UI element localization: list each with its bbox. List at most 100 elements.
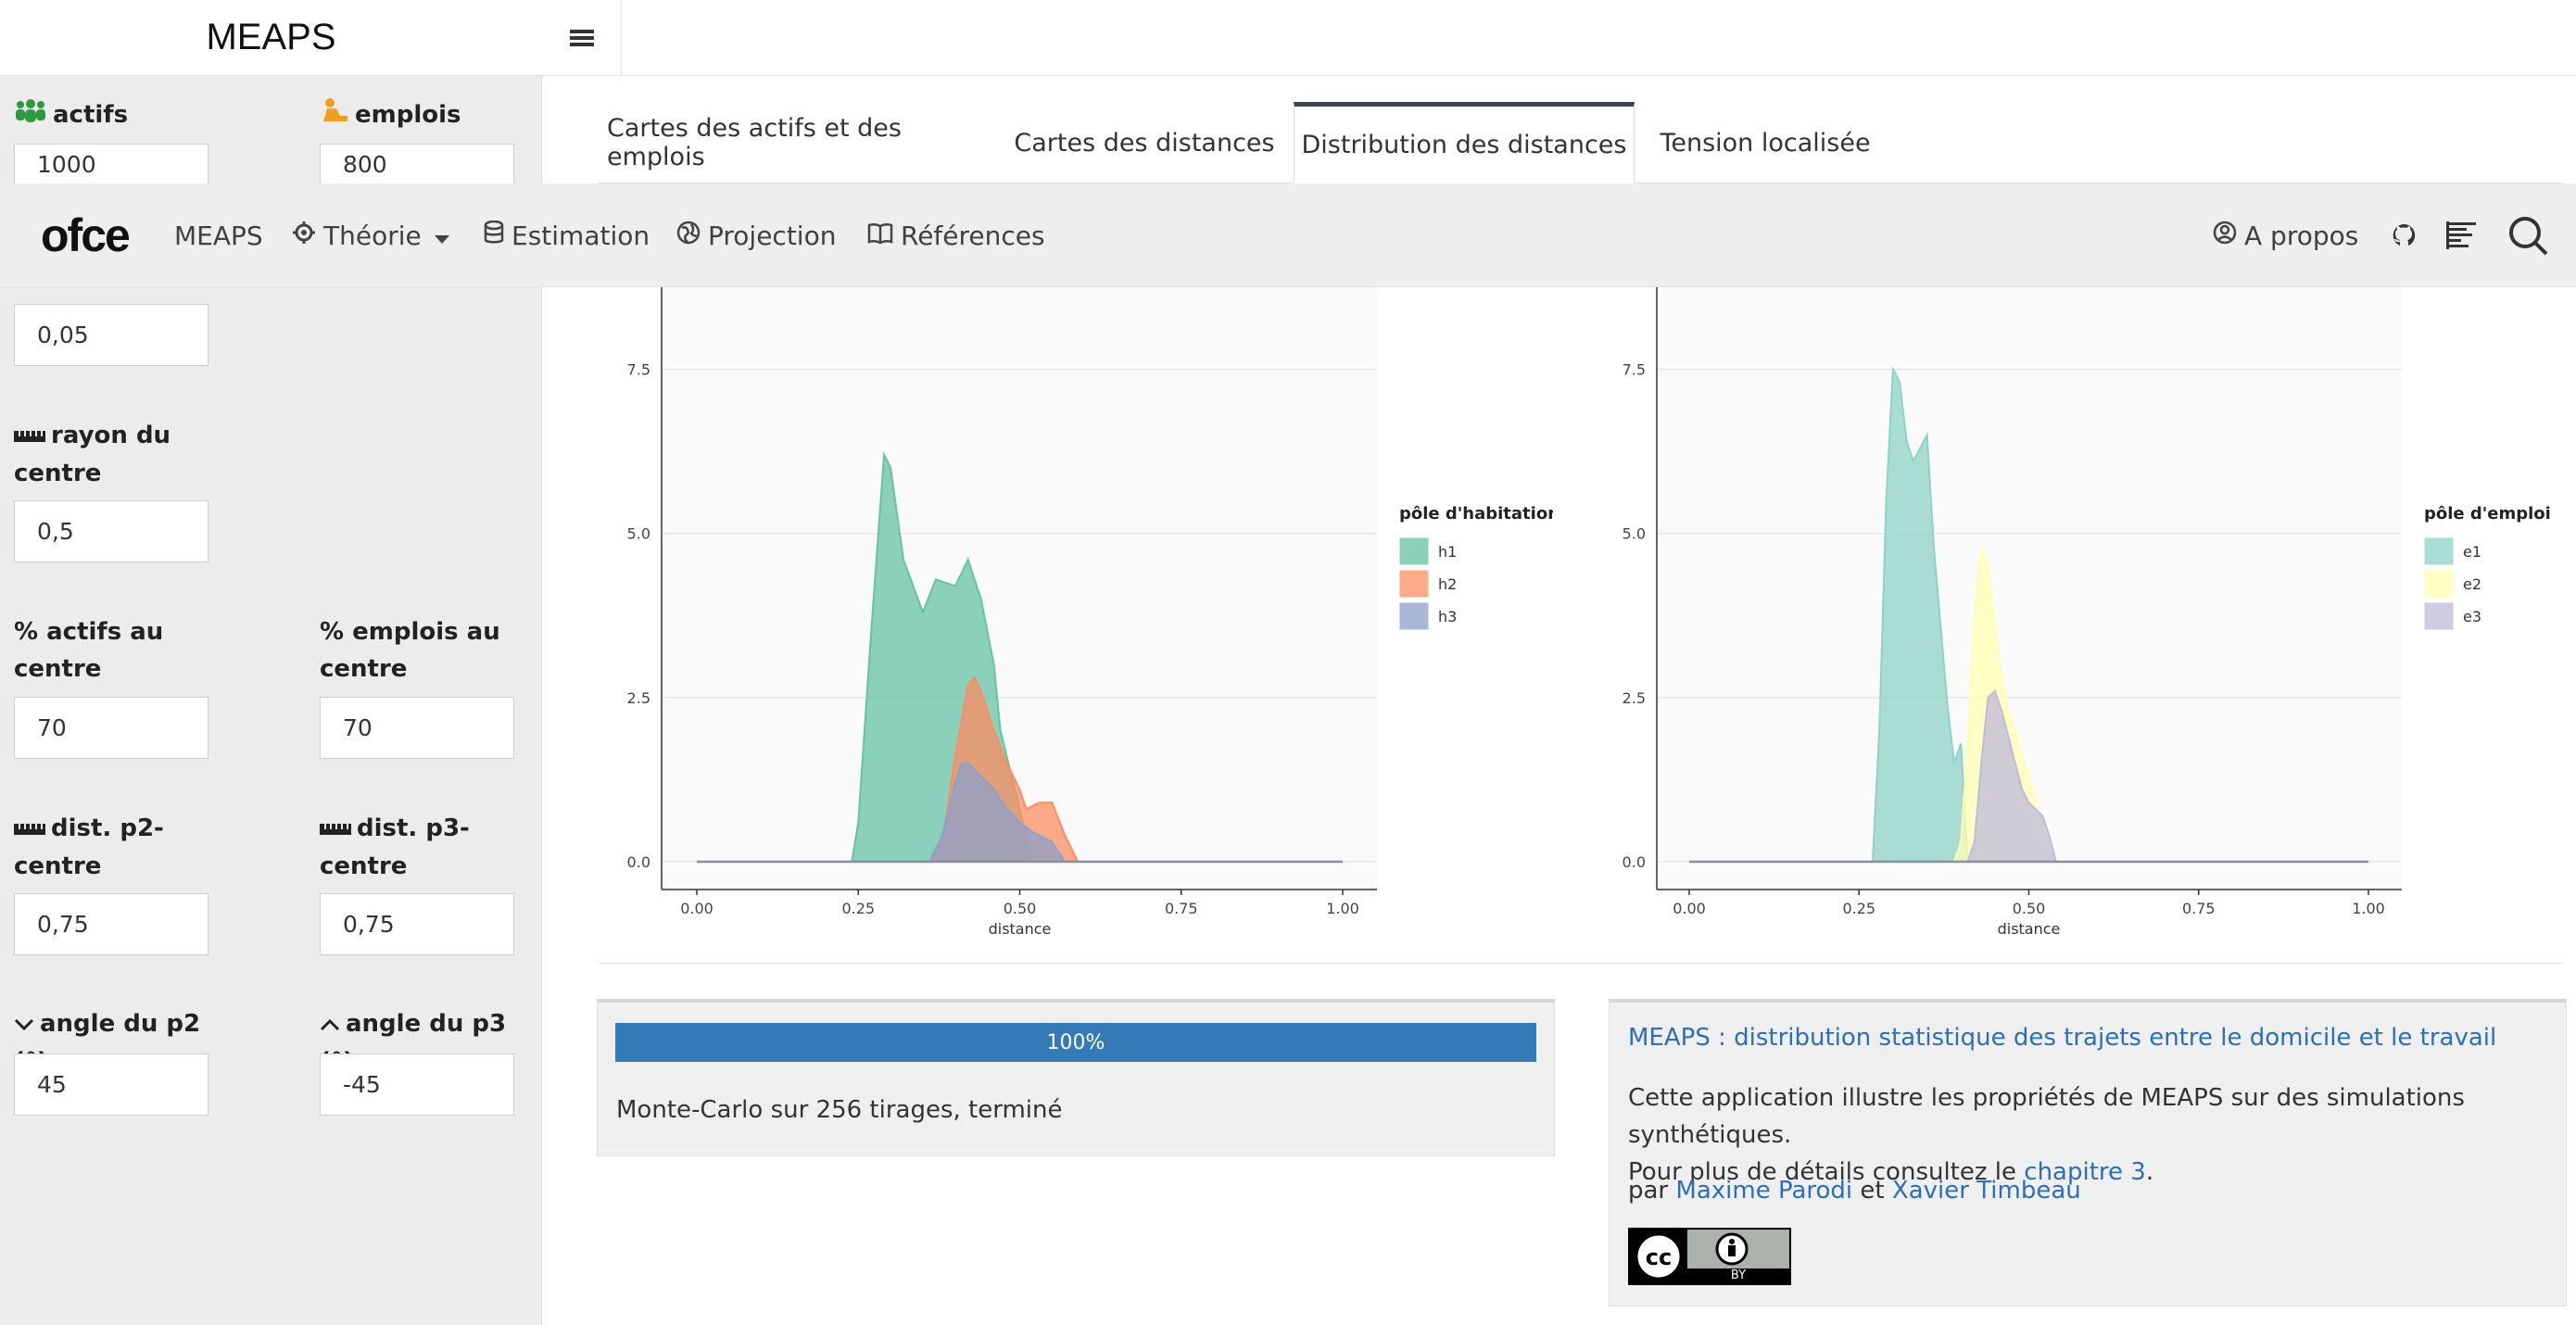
legend-title: pôle d'habitation xyxy=(1399,504,1553,524)
worker-icon xyxy=(320,97,349,134)
tab-cartes-distances[interactable]: Cartes des distances xyxy=(1010,102,1279,183)
progress-bar: 100% xyxy=(615,1023,1536,1062)
nav-references-label: Références xyxy=(901,220,1045,251)
angle-p2-input[interactable]: 45 xyxy=(14,1054,208,1116)
legend-label-h2: h2 xyxy=(1438,575,1457,593)
info-authors: par Maxime Parodi et Xavier Timbeau xyxy=(1628,1172,2081,1209)
emplois-input[interactable]: 800 xyxy=(320,144,514,183)
ofce-logo[interactable]: ofce xyxy=(41,183,131,287)
ruler-icon xyxy=(320,811,351,848)
montecarlo-status: Monte-Carlo sur 256 tirages, terminé xyxy=(616,1096,1063,1124)
svg-text:cc: cc xyxy=(1646,1244,1672,1270)
x-axis-title: distance xyxy=(989,920,1052,938)
legend-title: pôle d'emploi xyxy=(2424,504,2551,524)
authors-prefix: par xyxy=(1628,1177,1676,1205)
y-tick-label: 0.0 xyxy=(1623,853,1646,871)
legend-swatch-h2 xyxy=(1398,569,1430,599)
y-tick-label: 7.5 xyxy=(627,361,650,379)
pct-emplois-label: % emplois au centre xyxy=(320,618,500,683)
nav-meaps[interactable]: MEAPS xyxy=(174,183,263,287)
actifs-label: actifs xyxy=(14,96,128,134)
x-tick-label: 0.00 xyxy=(1673,900,1706,917)
y-tick-label: 5.0 xyxy=(1623,525,1646,543)
x-axis-title: distance xyxy=(1998,920,2061,938)
y-tick-label: 7.5 xyxy=(1623,361,1646,379)
search-icon[interactable] xyxy=(2507,183,2548,287)
dist-p2-label: dist. p2-centre xyxy=(14,810,199,885)
nav-theorie[interactable]: Théorie xyxy=(292,183,449,287)
x-tick-label: 0.75 xyxy=(1165,900,1198,917)
authors-and: et xyxy=(1852,1177,1892,1205)
database-icon xyxy=(484,220,504,251)
legend-swatch-h3 xyxy=(1398,601,1430,631)
x-tick-label: 0.50 xyxy=(2013,900,2046,917)
app-brand[interactable]: MEAPS xyxy=(0,0,542,76)
info-line2-suffix: . xyxy=(2145,1158,2154,1186)
nav-projection-label: Projection xyxy=(708,220,837,251)
legend-label-h3: h3 xyxy=(1438,608,1457,625)
dist-p3-input[interactable]: 0,75 xyxy=(320,893,514,955)
y-tick-label: 5.0 xyxy=(627,525,650,543)
legend-swatch-h1 xyxy=(1398,536,1430,566)
legend-label-h1: h1 xyxy=(1438,543,1457,561)
cc-by-license-badge[interactable]: cc BY xyxy=(1628,1228,1791,1285)
attribution-icon xyxy=(1713,1232,1750,1269)
nav-references[interactable]: Références xyxy=(867,183,1045,287)
x-tick-label: 0.75 xyxy=(2182,900,2216,917)
x-tick-label: 0.25 xyxy=(1842,900,1875,917)
nav-estimation-label: Estimation xyxy=(511,220,650,251)
pct-actifs-label: % actifs au centre xyxy=(14,618,164,683)
book-icon xyxy=(867,221,893,251)
emplois-label-text: emplois xyxy=(355,101,461,129)
y-tick-label: 2.5 xyxy=(1623,689,1646,707)
pct-emplois-input[interactable]: 70 xyxy=(320,697,514,759)
legend-swatch-e1 xyxy=(2423,536,2455,566)
license-label: BY xyxy=(1687,1268,1789,1283)
x-tick-label: 0.00 xyxy=(680,900,713,917)
y-tick-label: 2.5 xyxy=(627,689,650,707)
angle-p3-input[interactable]: -45 xyxy=(320,1054,514,1116)
actifs-label-text: actifs xyxy=(53,101,129,129)
cc-logo-icon: cc xyxy=(1630,1230,1687,1283)
y-tick-label: 0.0 xyxy=(627,853,650,871)
nav-apropos[interactable]: A propos xyxy=(2213,183,2358,287)
tab-tension-localisee[interactable]: Tension localisée xyxy=(1649,102,1881,183)
actifs-input[interactable]: 1000 xyxy=(14,144,208,183)
nav-apropos-label: A propos xyxy=(2244,220,2359,251)
legend-label-e3: e3 xyxy=(2463,608,2481,625)
chevron-down-icon xyxy=(14,1006,34,1043)
x-tick-label: 1.00 xyxy=(1326,900,1359,917)
info-title-link[interactable]: MEAPS : distribution statistique des tra… xyxy=(1628,1024,2496,1052)
ruler-icon xyxy=(14,811,45,848)
author-link-timbeau[interactable]: Xavier Timbeau xyxy=(1892,1177,2081,1205)
tab-distribution-distances[interactable]: Distribution des distances xyxy=(1294,102,1635,183)
tab-cartes-actifs-emplois[interactable]: Cartes des actifs et des emplois xyxy=(607,102,987,183)
hamburger-icon[interactable] xyxy=(542,0,622,76)
people-group-icon xyxy=(14,97,47,134)
x-tick-label: 0.25 xyxy=(841,900,875,917)
chevron-up-icon xyxy=(320,1006,340,1043)
legend-swatch-e3 xyxy=(2423,601,2455,631)
top-header xyxy=(542,0,2576,76)
x-tick-label: 0.50 xyxy=(1004,900,1037,917)
parameter-input[interactable]: 0,05 xyxy=(14,304,208,366)
text-align-icon[interactable] xyxy=(2446,183,2476,287)
nav-theorie-label: Théorie xyxy=(323,220,422,251)
rayon-label: rayon du centre xyxy=(14,417,199,492)
author-link-parodi[interactable]: Maxime Parodi xyxy=(1675,1177,1852,1205)
globe-icon xyxy=(676,221,701,251)
dist-p3-label: dist. p3-centre xyxy=(320,810,505,885)
github-icon[interactable] xyxy=(2391,183,2417,287)
emplois-label: emplois xyxy=(320,96,461,134)
habitation-density-chart: 0.0 2.5 5.0 7.5 0.00 0.25 0.50 0.75 1.00 distance… xyxy=(627,287,1553,938)
nav-projection[interactable]: Projection xyxy=(676,183,836,287)
nav-estimation[interactable]: Estimation xyxy=(484,183,650,287)
legend-swatch-e2 xyxy=(2423,569,2455,599)
dist-p2-input[interactable]: 0,75 xyxy=(14,893,208,955)
ofce-logo-text: ofce xyxy=(41,209,131,261)
emploi-density-chart: 0.0 2.5 5.0 7.5 0.00 0.25 0.50 0.75 1.00 distance… xyxy=(1623,287,2551,938)
ruler-icon xyxy=(14,418,45,455)
caret-down-icon xyxy=(434,221,449,251)
pct-actifs-input[interactable]: 70 xyxy=(14,697,208,759)
rayon-input[interactable]: 0,5 xyxy=(14,500,208,562)
